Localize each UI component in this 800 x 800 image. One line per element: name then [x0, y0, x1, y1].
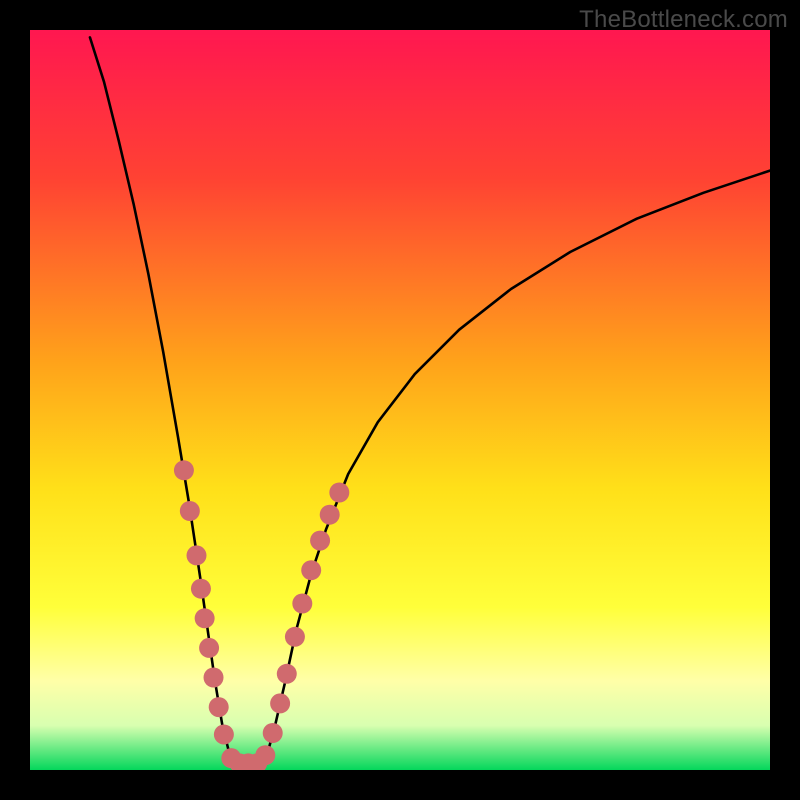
marker-dot [277, 664, 297, 684]
marker-dot [209, 697, 229, 717]
marker-dot [255, 745, 275, 765]
marker-dot [180, 501, 200, 521]
marker-dot [191, 579, 211, 599]
marker-dot [270, 693, 290, 713]
marker-dot [195, 608, 215, 628]
watermark-text: TheBottleneck.com [579, 6, 788, 34]
chart-svg [30, 30, 770, 770]
plot-area [30, 30, 770, 770]
gradient-bg [30, 30, 770, 770]
marker-dot [199, 638, 219, 658]
marker-dot [301, 560, 321, 580]
marker-dot [174, 460, 194, 480]
chart-frame: TheBottleneck.com [0, 0, 800, 800]
marker-dot [285, 627, 305, 647]
marker-dot [320, 505, 340, 525]
marker-dot [263, 723, 283, 743]
marker-dot [310, 531, 330, 551]
marker-dot [292, 594, 312, 614]
marker-dot [187, 545, 207, 565]
marker-dot [329, 483, 349, 503]
marker-dot [204, 668, 224, 688]
marker-dot [214, 724, 234, 744]
